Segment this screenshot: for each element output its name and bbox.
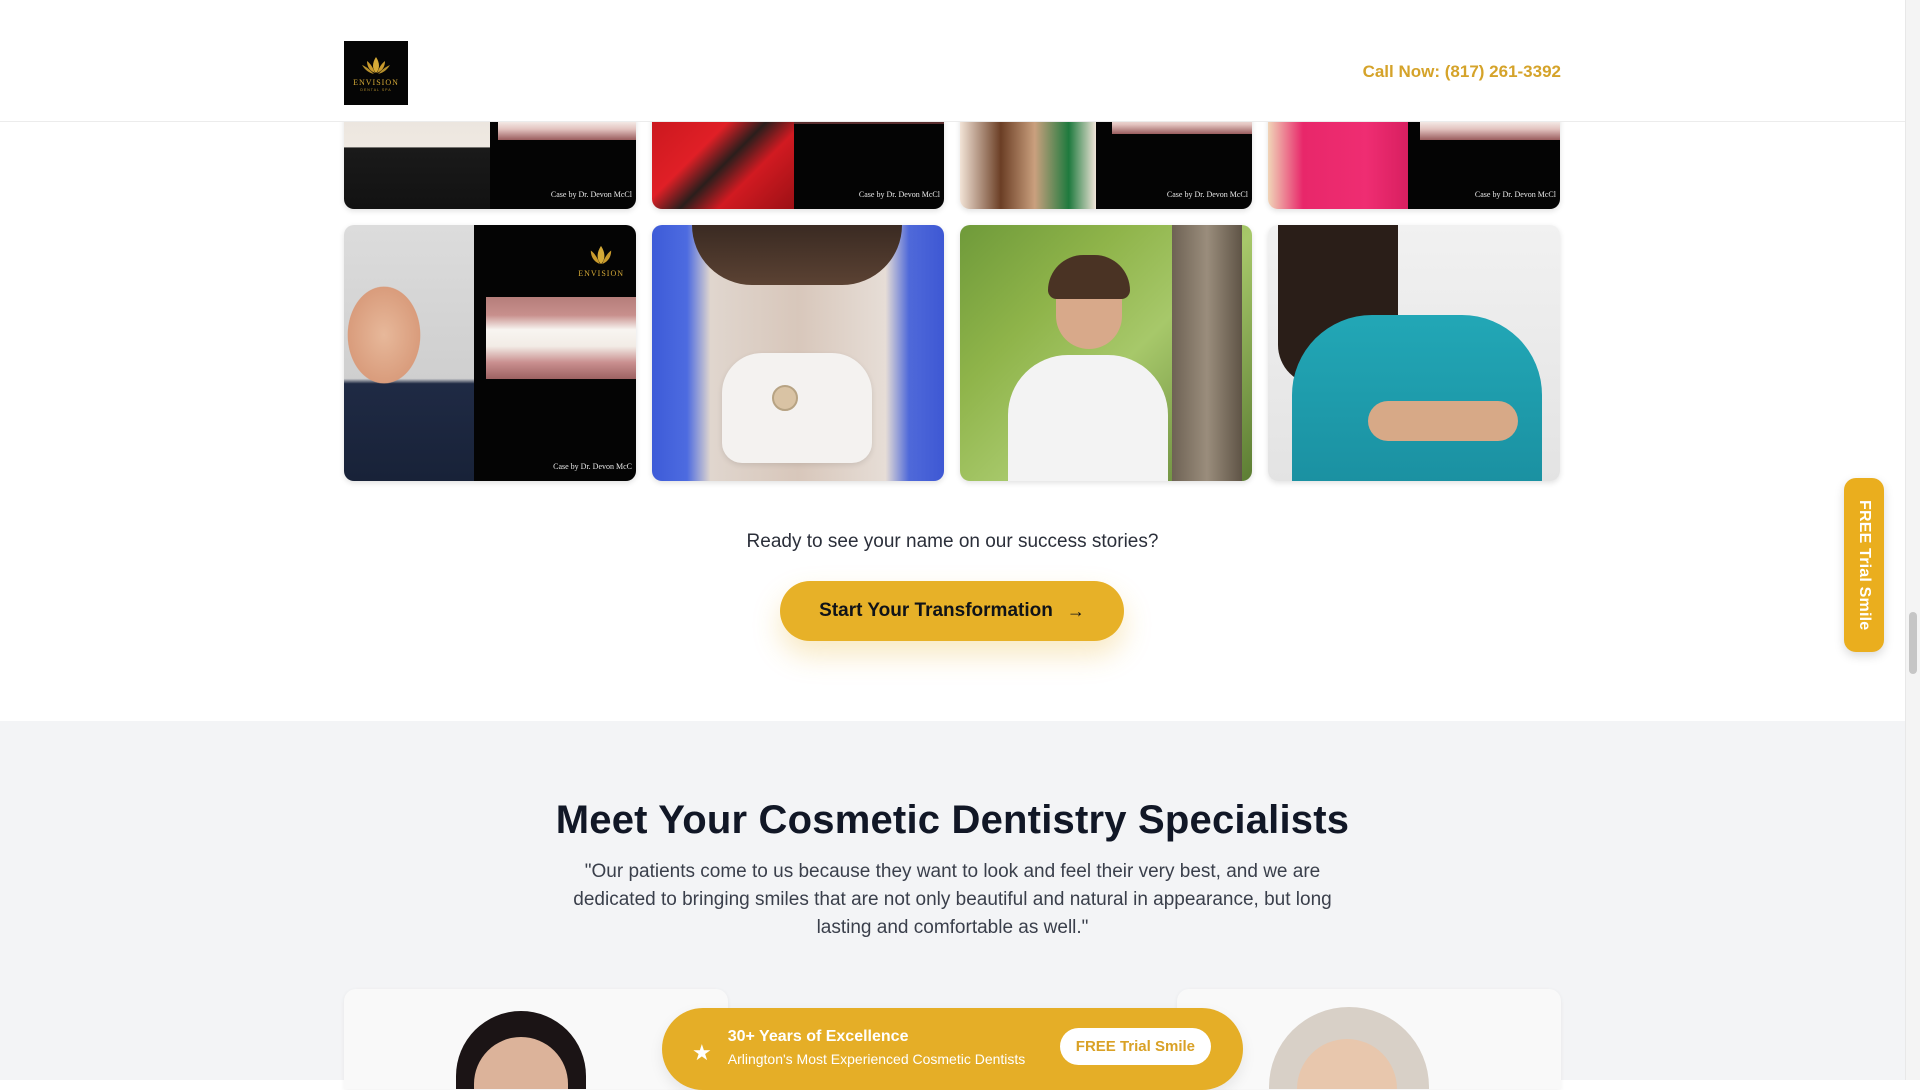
gallery-photo[interactable]: [960, 225, 1252, 481]
start-transformation-label: Start Your Transformation: [819, 600, 1053, 621]
case-caption: Case by Dr. Devon McCl: [858, 190, 940, 199]
case-caption: Case by Dr. Devon McCl: [1166, 190, 1248, 199]
free-trial-smile-tab[interactable]: FREE Trial Smile: [1844, 478, 1884, 652]
cta-text: Ready to see your name on our success st…: [746, 531, 1159, 552]
tree-trunk: [1172, 225, 1242, 481]
before-after-card[interactable]: ENVISION Case by Dr. Devon McC: [344, 225, 636, 481]
lotus-icon: [590, 245, 612, 265]
gallery-photo[interactable]: [652, 225, 944, 481]
start-transformation-button[interactable]: Start Your Transformation →: [780, 581, 1124, 641]
logo[interactable]: ENVISION DENTAL SPA: [344, 41, 408, 105]
case-caption: Case by Dr. Devon McC: [553, 462, 632, 471]
section-title: Meet Your Cosmetic Dentistry Specialists: [555, 798, 1350, 842]
mask: [722, 353, 872, 463]
patient-photo: [344, 225, 474, 481]
arrow-right-icon: →: [1066, 600, 1085, 621]
badge-text: 30+ Years of Excellence Arlington's Most…: [728, 1028, 1026, 1067]
scrollbar-thumb[interactable]: [1909, 612, 1917, 674]
hair: [1048, 255, 1130, 299]
gallery-row-bottom: ENVISION Case by Dr. Devon McC: [344, 225, 1561, 481]
experience-badge: ★ 30+ Years of Excellence Arlington's Mo…: [662, 1008, 1243, 1090]
site-header: ENVISION DENTAL SPA Call Now: (817) 261-…: [0, 0, 1905, 122]
scrollbar[interactable]: [1905, 0, 1920, 1080]
dental-mirror: [772, 385, 798, 411]
star-icon: ★: [692, 1040, 712, 1065]
hair: [692, 225, 902, 285]
free-trial-smile-tab-label: FREE Trial Smile: [1856, 499, 1873, 631]
call-now-link[interactable]: Call Now: (817) 261-3392: [1363, 62, 1561, 82]
badge-title: 30+ Years of Excellence: [727, 1028, 909, 1045]
envision-watermark: ENVISION: [578, 243, 624, 278]
logo-text: ENVISION: [353, 77, 399, 87]
free-trial-smile-button[interactable]: FREE Trial Smile: [1059, 1028, 1211, 1065]
gallery-photo[interactable]: [1268, 225, 1560, 481]
logo-subtext: DENTAL SPA: [360, 87, 392, 92]
case-caption: Case by Dr. Devon McCl: [1474, 190, 1556, 199]
envision-watermark-text: ENVISION: [578, 269, 624, 278]
section-quote: "Our patients come to us because they wa…: [573, 861, 1332, 938]
white-coat: [1008, 355, 1168, 481]
teal-scrubs: [1292, 315, 1542, 481]
badge-subtitle: Arlington's Most Experienced Cosmetic De…: [727, 1051, 1026, 1067]
lotus-icon: [362, 56, 390, 74]
case-caption: Case by Dr. Devon McCl: [550, 190, 632, 199]
crossed-arms: [1368, 401, 1518, 441]
teeth-closeup: ENVISION Case by Dr. Devon McC: [474, 225, 636, 481]
